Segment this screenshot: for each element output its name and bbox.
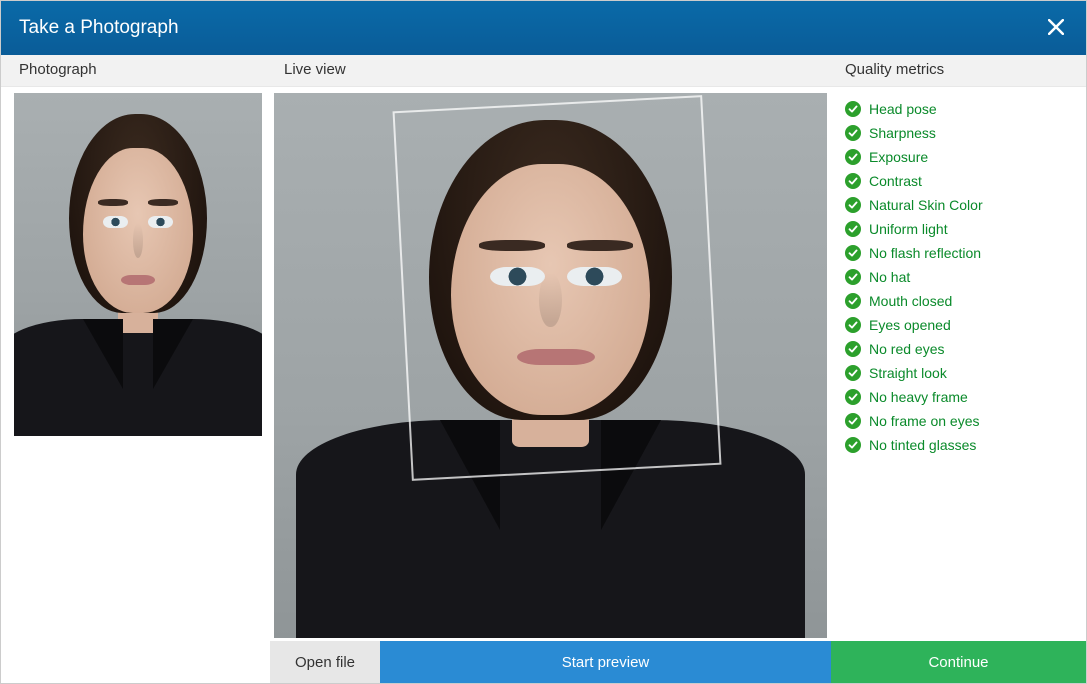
metric-row: Mouth closed [845, 289, 1072, 313]
check-icon [845, 317, 861, 333]
metric-row: No flash reflection [845, 241, 1072, 265]
metric-label: Eyes opened [869, 317, 951, 333]
metric-label: No heavy frame [869, 389, 968, 405]
metric-label: Contrast [869, 173, 922, 189]
continue-button[interactable]: Continue [831, 641, 1086, 683]
header-photograph: Photograph [1, 55, 270, 86]
metric-label: Exposure [869, 149, 928, 165]
check-icon [845, 269, 861, 285]
metric-label: Natural Skin Color [869, 197, 983, 213]
header-quality: Quality metrics [831, 55, 1086, 86]
metric-row: Contrast [845, 169, 1072, 193]
check-icon [845, 245, 861, 261]
metric-label: No tinted glasses [869, 437, 976, 453]
check-icon [845, 173, 861, 189]
metric-row: Eyes opened [845, 313, 1072, 337]
header-live-view: Live view [270, 55, 831, 86]
main-content: Head pose Sharpness Exposure Contrast Natura… [1, 87, 1086, 641]
window-title: Take a Photograph [19, 17, 179, 39]
start-preview-button[interactable]: Start preview [380, 641, 831, 683]
check-icon [845, 221, 861, 237]
metric-row: Head pose [845, 97, 1072, 121]
check-icon [845, 341, 861, 357]
metric-row: Straight look [845, 361, 1072, 385]
metric-label: Straight look [869, 365, 947, 381]
check-icon [845, 149, 861, 165]
check-icon [845, 125, 861, 141]
check-icon [845, 437, 861, 453]
metric-row: Exposure [845, 145, 1072, 169]
metric-label: No flash reflection [869, 245, 981, 261]
open-file-button[interactable]: Open file [270, 641, 380, 683]
live-view-frame [274, 93, 827, 638]
metric-row: Uniform light [845, 217, 1072, 241]
check-icon [845, 293, 861, 309]
metric-label: Sharpness [869, 125, 936, 141]
photograph-thumbnail [14, 93, 262, 436]
quality-metrics-list: Head pose Sharpness Exposure Contrast Natura… [831, 87, 1086, 641]
footer-spacer [1, 641, 270, 683]
check-icon [845, 101, 861, 117]
live-view-panel [270, 87, 831, 641]
metric-row: Natural Skin Color [845, 193, 1072, 217]
metric-label: Head pose [869, 101, 937, 117]
metric-label: No frame on eyes [869, 413, 980, 429]
check-icon [845, 197, 861, 213]
metric-row: No frame on eyes [845, 409, 1072, 433]
metric-row: No hat [845, 265, 1072, 289]
section-headers: Photograph Live view Quality metrics [1, 55, 1086, 87]
check-icon [845, 365, 861, 381]
metric-row: Sharpness [845, 121, 1072, 145]
metric-row: No heavy frame [845, 385, 1072, 409]
close-icon[interactable] [1044, 13, 1068, 43]
footer: Open file Start preview Continue [1, 641, 1086, 683]
check-icon [845, 389, 861, 405]
metric-row: No red eyes [845, 337, 1072, 361]
metric-label: No red eyes [869, 341, 944, 357]
metric-label: No hat [869, 269, 910, 285]
titlebar: Take a Photograph [1, 1, 1086, 55]
metric-row: No tinted glasses [845, 433, 1072, 457]
photograph-panel [1, 87, 270, 641]
metric-label: Uniform light [869, 221, 948, 237]
check-icon [845, 413, 861, 429]
metric-label: Mouth closed [869, 293, 952, 309]
